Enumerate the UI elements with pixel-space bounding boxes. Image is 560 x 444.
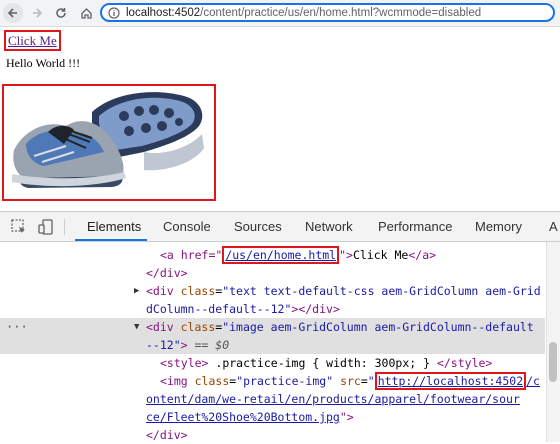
devtools-tabbar: Elements Console Sources Network Perform… [0,212,560,242]
code-text: Click Me [352,248,409,262]
tab-elements[interactable]: Elements [75,212,147,241]
code-attr: src [340,374,361,388]
tab-network[interactable]: Network [305,212,353,241]
reload-button[interactable] [51,3,71,23]
dom-line-img-end: ce/Fleet%20Shoe%20Bottom.jpg"> [0,408,545,426]
url-host: localhost:4502 [126,6,201,19]
dom-line-image-div-cont: --12"> == $0 [0,336,545,354]
shoe-picture [12,92,204,188]
dom-line-image-div[interactable]: ··· ▼ <div class="image aem-GridColumn a… [0,318,545,336]
code-value: "practice-img" [236,374,334,388]
src-link[interactable]: http://localhost:4502 [374,372,527,390]
tab-performance[interactable]: Performance [378,212,452,241]
toolbar-divider [64,219,65,235]
page-content: Click Me Hello World !!! [0,27,560,211]
dom-line-text-div[interactable]: ▶ <div class="text text-default-css aem-… [0,282,545,300]
code-attr: class [180,284,216,298]
dom-line-img-cont: ontent/dam/we-retail/en/products/apparel… [0,390,545,408]
dom-tree: <a href="/us/en/home.html ">Click Me</a> … [0,242,545,442]
forward-button[interactable] [27,3,47,23]
code-value: "text text-default-css aem-GridColumn ae… [222,284,541,298]
dom-line-close-div-2[interactable]: </div> [0,426,545,444]
expand-arrow-icon[interactable]: ▶ [134,282,139,300]
tab-console[interactable]: Console [163,212,211,241]
code-token: "> [339,410,354,424]
url-text[interactable]: localhost:4502/content/practice/us/en/ho… [126,7,481,19]
code-value: dColumn--default--12" [146,302,292,316]
scrollbar-thumb[interactable] [549,342,557,382]
tab-memory[interactable]: Memory [475,212,522,241]
src-link-cont[interactable]: ontent/dam/we-retail/en/products/apparel… [146,390,520,408]
dom-line-anchor[interactable]: <a href="/us/en/home.html ">Click Me</a> [0,246,545,264]
back-button[interactable] [3,3,23,23]
more-options-icon[interactable]: ··· [6,318,28,336]
shoe-image [2,84,216,201]
code-attr: class [194,374,230,388]
home-icon [80,7,92,19]
dom-line-close-div[interactable]: </div> [0,264,545,282]
selected-marker: == $0 [194,338,230,352]
code-token: </a> [408,248,437,262]
code-token: <div [146,320,181,334]
dom-line-img[interactable]: <img class="practice-img" src=" http://lo… [0,372,545,390]
address-bar[interactable]: localhost:4502/content/practice/us/en/ho… [100,3,555,22]
url-path: /content/practice/us/en/home.html?wcmmod… [200,6,482,19]
arrow-right-icon [33,8,43,18]
collapse-arrow-icon[interactable]: ▼ [134,318,139,336]
code-token: > [180,338,188,352]
code-token: </style> [436,356,493,370]
dom-line-text-div-cont: dColumn--default--12"></div> [0,300,545,318]
src-link-cont[interactable]: /c [526,374,540,388]
href-link[interactable]: /us/en/home.html [222,246,340,264]
code-token: <img [160,374,195,388]
code-token: </div> [146,266,188,280]
click-me-link[interactable]: Click Me [4,30,61,51]
code-value: --12" [146,338,181,352]
reload-icon [56,8,66,18]
home-button[interactable] [76,3,96,23]
code-token: "> [339,248,353,262]
tab-application[interactable]: A [549,212,558,241]
code-token: <div [146,284,181,298]
src-link-cont[interactable]: ce/Fleet%20Shoe%20Bottom.jpg [146,410,340,424]
device-toolbar-icon[interactable] [37,218,55,236]
code-token: ></div> [291,302,340,316]
browser-toolbar: localhost:4502/content/practice/us/en/ho… [0,0,560,27]
info-icon[interactable] [107,6,121,20]
code-text: .practice-img { width: 300px; } [208,356,437,370]
arrow-left-icon [7,8,17,18]
code-token: <style> [160,356,209,370]
devtools-panel: Elements Console Sources Network Perform… [0,211,560,442]
inspect-icon[interactable] [10,218,28,236]
code-token: </div> [146,428,188,442]
code-attr: class [180,320,216,334]
tab-sources[interactable]: Sources [234,212,282,241]
dom-line-style[interactable]: <style> .practice-img { width: 300px; } … [0,354,545,372]
code-token: <a href=" [160,248,223,262]
code-value: "image aem-GridColumn aem-GridColumn--de… [222,320,534,334]
hello-text: Hello World !!! [6,56,81,70]
